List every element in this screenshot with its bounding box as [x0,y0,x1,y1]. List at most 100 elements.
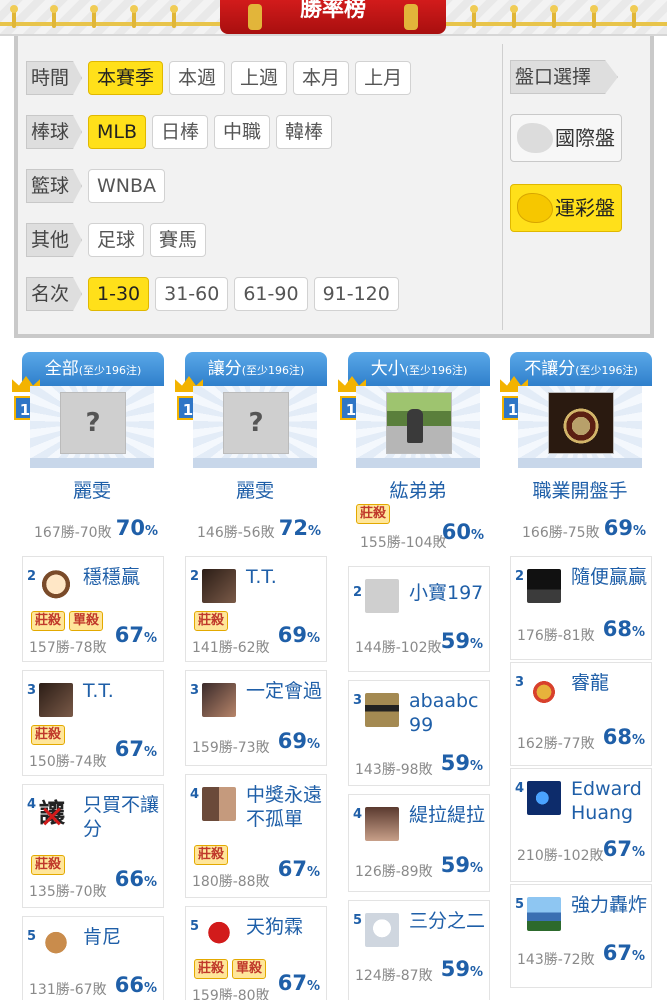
rank-entry[interactable]: 4 EdwardHuang 210勝-102敗 67% [510,768,652,882]
option-last-week[interactable]: 上週 [231,61,288,95]
rank-entry[interactable]: 3 T.T. 莊殺 150勝-74敗 67% [22,670,164,776]
member-name[interactable]: T.T. [246,565,326,589]
top-member-stage[interactable]: ? [193,386,317,468]
win-rate: 67% [602,941,645,965]
dog-avatar-icon [39,929,73,963]
top-member-stage[interactable] [356,386,480,468]
rank-entry[interactable]: 4 讓 只買不讓分 莊殺 135勝-70敗 66% [22,784,164,908]
record: 159勝-73敗 [192,740,270,756]
rank-entry[interactable]: 3 睿龍 162勝-77敗 68% [510,662,652,766]
market-lottery-label: 運彩盤 [555,196,615,220]
rank-entry[interactable]: 5 天狗霖 莊殺 單殺 159勝-80敗 67% [185,906,327,1000]
rank-number: 2 [27,569,37,584]
member-name[interactable]: 肯尼 [83,925,163,949]
market-lottery-button[interactable]: 運彩盤 [510,184,622,232]
filter-divider [502,44,503,330]
member-name[interactable]: 三分之二 [409,909,489,933]
tag-group: 莊殺 [31,855,69,875]
member-name[interactable]: abaabc99 [409,689,489,737]
option-rank-31-60[interactable]: 31-60 [155,277,229,311]
top-member-stats: 166勝-75敗 69% [516,510,652,550]
photo-avatar-icon [527,897,561,931]
top-member-name[interactable]: 職業開盤手 [518,476,642,503]
filter-panel: 時間 本賽季 本週 上週 本月 上月 棒球 MLB 日棒 中職 韓棒 籃球 WN… [14,36,654,338]
member-name[interactable]: 睿龍 [571,671,651,695]
column-header[interactable]: 全部(至少196注) [22,352,164,386]
member-name[interactable]: 天狗霖 [246,915,326,939]
record: 131勝-67敗 [29,982,107,998]
tag-badge: 莊殺 [194,959,229,979]
rank-entry[interactable]: 2 隨便贏贏 176勝-81敗 68% [510,556,652,660]
unknown-avatar-icon [365,579,399,613]
rank-entry[interactable]: 5 三分之二 124勝-87敗 59% [348,900,490,1000]
record: 146勝-56敗 [197,525,275,541]
member-name[interactable]: 只買不讓分 [83,793,163,841]
column-title: 大小 [370,359,405,379]
option-wnba[interactable]: WNBA [88,169,166,203]
sketch-avatar-icon [365,913,399,947]
rank-entry[interactable]: 4 中獎永遠不孤單 莊殺 180勝-88敗 67% [185,774,327,898]
rank-entry[interactable]: 5 強力轟炸 143勝-72敗 67% [510,884,652,988]
column-title: 全部 [44,359,79,379]
member-name[interactable]: 強力轟炸 [571,893,651,917]
member-name[interactable]: 隨便贏贏 [571,565,651,589]
market-international-button[interactable]: 國際盤 [510,114,622,162]
option-rank-1-30[interactable]: 1-30 [88,277,150,311]
rank-entry[interactable]: 3 一定會過 159勝-73敗 69% [185,670,327,766]
column-header[interactable]: 大小(至少196注) [348,352,490,386]
anime-avatar-icon [365,807,399,841]
rank-entry[interactable]: 3 abaabc99 143勝-98敗 59% [348,680,490,786]
eagle-avatar-icon [202,919,236,953]
record: 210勝-102敗 [517,848,604,864]
option-kbo[interactable]: 韓棒 [276,115,333,149]
rank-entry[interactable]: 2 T.T. 莊殺 141勝-62敗 69% [185,556,327,662]
win-rate: 69% [277,729,320,753]
option-rank-61-90[interactable]: 61-90 [234,277,308,311]
tag-badge: 單殺 [232,959,267,979]
win-rate: 59% [440,629,483,653]
member-name[interactable]: 一定會過 [246,679,326,703]
map-icon [517,123,553,153]
column-subtitle: (至少196注) [404,364,468,377]
top-member-name[interactable]: 紘弟弟 [356,476,480,503]
option-npb[interactable]: 日棒 [152,115,209,149]
record: 180勝-88敗 [192,874,270,890]
rank-entry[interactable]: 2 穩穩贏 莊殺 單殺 157勝-78敗 67% [22,556,164,662]
member-name[interactable]: 緹拉緹拉 [409,803,489,827]
banner-post [50,5,58,28]
option-this-week[interactable]: 本週 [169,61,226,95]
top-member-stage[interactable] [518,386,642,468]
top-member-stage[interactable]: ? [30,386,154,468]
rank-entry[interactable]: 2 小寶197 144勝-102敗 59% [348,566,490,672]
record: 143勝-98敗 [355,762,433,778]
option-horse-racing[interactable]: 賽馬 [150,223,207,257]
record: 155勝-104敗 [360,535,447,551]
column-header[interactable]: 讓分(至少196注) [185,352,327,386]
tag-badge: 莊殺 [194,845,229,865]
member-name[interactable]: T.T. [83,679,163,703]
top-member-name[interactable]: 麗雯 [30,476,154,503]
logo-avatar-icon [527,781,561,815]
top-member-name[interactable]: 麗雯 [193,476,317,503]
rank-number: 3 [515,675,525,690]
cartoon-avatar-icon [39,569,73,603]
taiwan-map-icon [517,193,553,223]
option-this-month[interactable]: 本月 [293,61,350,95]
record: 144勝-102敗 [355,640,442,656]
column-header[interactable]: 不讓分(至少196注) [510,352,652,386]
option-rank-91-120[interactable]: 91-120 [313,277,399,311]
option-soccer[interactable]: 足球 [88,223,145,257]
market-label: 盤口選擇 [510,60,618,94]
member-name[interactable]: 小寶197 [409,581,489,605]
member-name[interactable]: 中獎永遠不孤單 [246,783,326,831]
member-name[interactable]: EdwardHuang [571,777,651,825]
option-this-season[interactable]: 本賽季 [88,61,164,95]
rank-entry[interactable]: 5 肯尼 131勝-67敗 66% [22,916,164,1000]
option-mlb[interactable]: MLB [88,115,147,149]
leaderboard-column-all: 全部(至少196注) 1 ? 麗雯 167勝-70敗 70% 2 穩穩贏 莊殺 … [12,352,164,1000]
roulette-avatar-icon [548,392,614,454]
option-cpbl[interactable]: 中職 [214,115,271,149]
rank-entry[interactable]: 4 緹拉緹拉 126勝-89敗 59% [348,794,490,892]
member-name[interactable]: 穩穩贏 [83,565,163,589]
option-last-month[interactable]: 上月 [355,61,412,95]
